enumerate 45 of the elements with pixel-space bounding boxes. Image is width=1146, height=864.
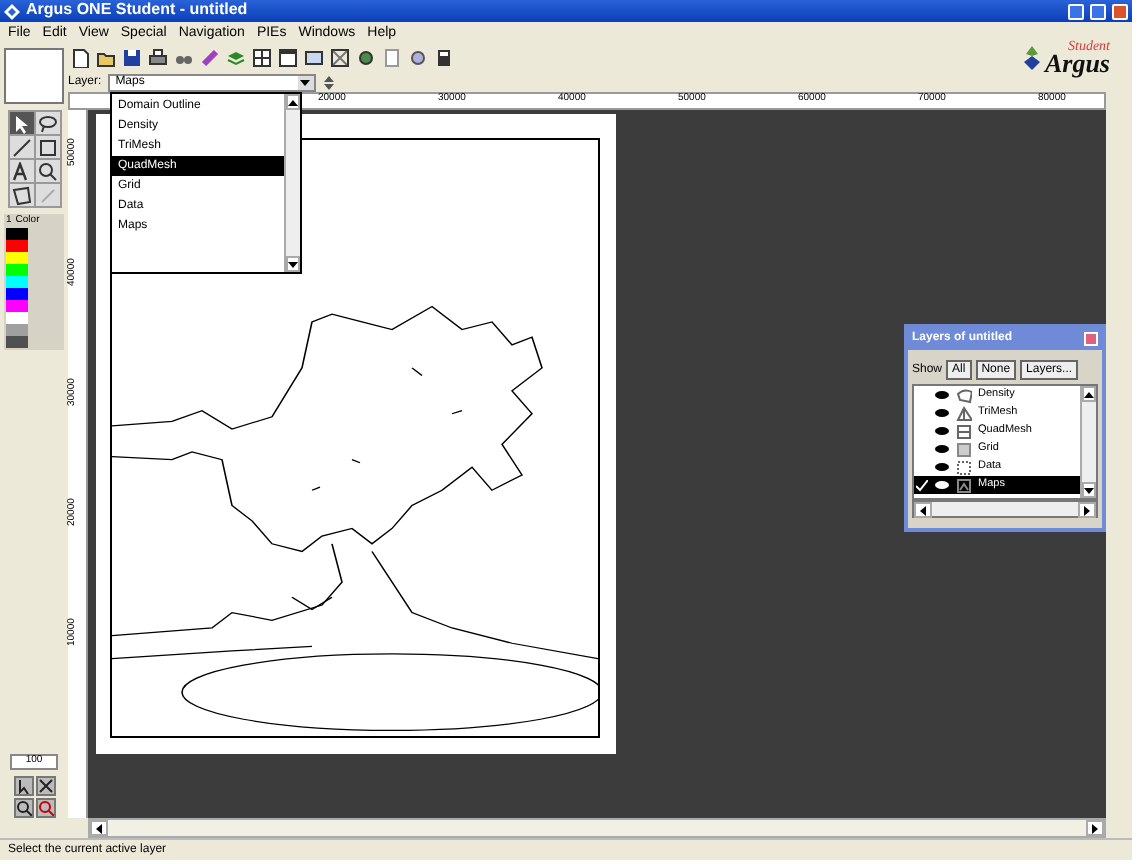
window-title: Argus ONE Student - untitled [26,2,248,20]
open-folder-icon[interactable] [96,48,116,68]
spin-arrows-icon[interactable] [321,73,336,91]
scroll-up-icon[interactable] [1084,391,1094,397]
density-layer-icon [956,387,972,403]
window-icon[interactable] [278,48,298,68]
calculator-icon[interactable] [434,48,454,68]
line-icon[interactable] [11,137,31,157]
scroll-right-icon[interactable] [1084,505,1090,515]
preview-box [4,48,64,104]
text-tool-icon[interactable] [11,161,31,181]
panel-icon[interactable] [304,48,324,68]
logo-icon [1022,46,1043,70]
scroll-left-icon[interactable] [920,505,926,515]
minimize-button[interactable] [1068,3,1084,19]
grid-layer-icon [956,441,972,457]
new-file-icon[interactable] [70,48,90,68]
scroll-down-icon[interactable] [288,261,298,267]
data-layer-icon [956,459,972,475]
layers-stack-icon[interactable] [226,48,246,68]
lasso-icon[interactable] [37,113,57,133]
printer-icon[interactable] [148,48,168,68]
zoom-in-icon[interactable] [37,800,53,816]
color-swatch[interactable] [6,227,28,239]
logo-text: Argus [1044,52,1110,76]
scroll-left-icon[interactable] [96,823,102,833]
scroll-down-icon[interactable] [1084,487,1094,493]
zoom-out-icon[interactable] [15,800,31,816]
maximize-button[interactable] [1090,3,1106,19]
polygon-icon[interactable] [11,185,31,205]
scroll-right-icon[interactable] [1092,823,1098,833]
zoom-fit-icon[interactable] [37,778,53,794]
pointer-icon[interactable] [11,113,31,133]
scroll-up-icon[interactable] [288,99,298,105]
app-icon [4,3,20,19]
mesh-icon[interactable] [330,48,350,68]
maps-layer-icon [956,477,972,493]
quadmesh-layer-icon [956,423,972,439]
close-button[interactable] [1084,332,1098,346]
magnifier-icon[interactable] [37,161,57,181]
close-button[interactable] [1112,3,1128,19]
dropdown-arrow-icon [300,79,311,85]
trimesh-layer-icon [956,405,972,421]
grid-icon[interactable] [252,48,272,68]
rectangle-icon[interactable] [37,137,57,157]
